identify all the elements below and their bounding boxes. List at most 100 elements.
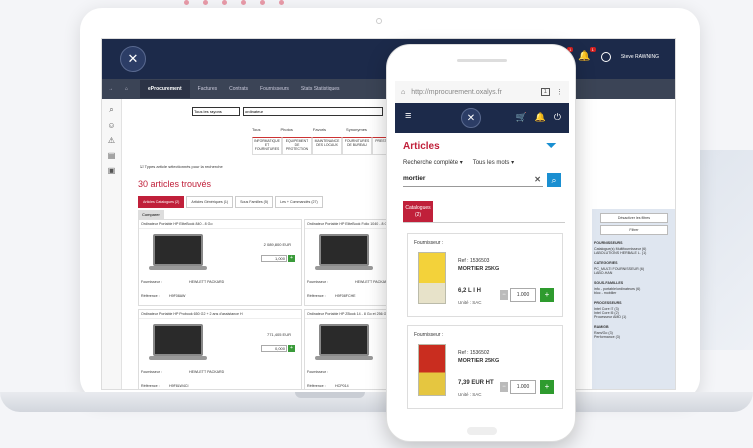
laptop-image [315, 324, 373, 360]
ref-label: Référence : [307, 384, 326, 388]
decrease-button[interactable]: − [500, 382, 508, 392]
nav-item[interactable]: Fournisseurs [260, 86, 289, 92]
filter-item[interactable]: LABOLUTIONS HERBALE L. (1) [594, 251, 674, 255]
expand-icon[interactable]: → [108, 86, 113, 92]
app-logo[interactable]: ✕ [461, 108, 481, 128]
product-name[interactable]: MORTIER 25KG [458, 358, 499, 364]
bell-icon[interactable]: 🔔 [535, 112, 546, 123]
decrease-button[interactable]: − [500, 290, 508, 300]
maker-value: HEWLETT PACKARD [189, 370, 225, 374]
apply-filters-button[interactable]: Filtrer [600, 225, 668, 235]
cart-side-icon[interactable]: ▣ [102, 166, 121, 175]
scope-select[interactable]: Tous les rayons [192, 107, 240, 116]
product-ref: Ref : 1536502 [458, 350, 490, 356]
phone-screen: ⌂ http://mprocurement.oxalys.fr 1 ⋮ ≡ ✕ … [395, 81, 569, 419]
tab-generic-articles[interactable]: Articles Génériques (1) [186, 196, 234, 208]
category-item[interactable]: FOURNITURES DE BUREAU [342, 137, 372, 155]
filter-item[interactable]: Performance (3) [594, 335, 674, 339]
product-list: Fournisseur : Ref : 1536503 MORTIER 25KG… [403, 222, 565, 419]
add-to-cart-button[interactable]: + [288, 345, 295, 352]
app-logo[interactable]: ✕ [120, 46, 146, 72]
filter-funnel-icon[interactable]: ⏷ [546, 137, 557, 154]
home-indicator[interactable] [467, 427, 497, 435]
user-name[interactable]: Steve RAWNING [621, 54, 659, 60]
quantity-field[interactable]: 1,000 [261, 255, 287, 262]
result-tabs: Articles Catalogues (2) Articles Génériq… [138, 196, 325, 208]
maker-label: Fournisseur : [141, 370, 162, 374]
cart-icon[interactable]: 🛒 [515, 112, 526, 123]
phone-speaker [457, 59, 507, 62]
quantity-field[interactable]: 1.000 [510, 380, 536, 394]
words-select[interactable]: Tous les mots ▾ [473, 159, 514, 166]
page-title: Articles [403, 141, 440, 152]
maker-value: HEWLETT PACKARD [355, 280, 391, 284]
search-icon[interactable]: ⌕ [102, 105, 121, 115]
alert-icon[interactable]: ⚠ [102, 136, 121, 145]
filter-item[interactable]: Processeur AMD (1) [594, 315, 674, 319]
filter-group-title: CATEGORIES [594, 261, 618, 265]
laptop-image [149, 324, 207, 360]
product-name[interactable]: MORTIER 25KG [458, 266, 499, 272]
ref-value: H9F08AW [169, 294, 186, 298]
home-icon[interactable]: ⌂ [401, 89, 405, 96]
product-card: Ordinateur Portable HP Probook 650 G2 + … [138, 309, 302, 389]
clear-icon[interactable]: ✕ [534, 175, 541, 184]
tab-tous[interactable]: Tous [252, 127, 260, 132]
compare-button[interactable]: Comparer [138, 210, 164, 219]
tab-photos[interactable]: Photos [280, 127, 292, 132]
laptop-base [0, 392, 753, 412]
filter-group-title: FOURNISSEURS [594, 241, 623, 245]
camera-icon [376, 18, 382, 24]
tab-subfamilies[interactable]: Sous Familles (5) [235, 196, 274, 208]
nav-item[interactable]: Contrats [229, 86, 248, 92]
product-card: Ordinateur Portable HP EliteBook 840 - 8… [138, 219, 302, 306]
type-checkbox[interactable]: ☑ Types article sélectionnés pour la rec… [140, 164, 223, 169]
category-item[interactable]: EQUIPEMENT DE PROTECTION [282, 137, 312, 155]
browser-url-bar: ⌂ http://mprocurement.oxalys.fr 1 ⋮ [395, 81, 569, 103]
mode-select[interactable]: Recherche complète ▾ [403, 159, 463, 166]
ref-label: Référence : [307, 294, 326, 298]
maker-label: Fournisseur : [141, 280, 162, 284]
category-item[interactable]: MAINTENANCE DES LOCAUX [312, 137, 342, 155]
search-input[interactable]: mortier ✕ [403, 175, 543, 187]
tab-count[interactable]: 1 [540, 88, 550, 96]
more-icon[interactable]: ⋮ [556, 88, 563, 96]
filter-item[interactable]: bloc - mobilier [594, 291, 674, 295]
quantity-field[interactable]: 1.000 [510, 288, 536, 302]
tab-catalogues[interactable]: Catalogues (2) [403, 201, 433, 223]
url-field[interactable]: http://mprocurement.oxalys.fr [411, 89, 534, 96]
user-avatar[interactable] [600, 51, 611, 62]
nav-eprocurement[interactable]: eProcurement [140, 80, 190, 98]
power-icon[interactable]: ⏻ [554, 112, 561, 123]
left-sidebar: ⌕ ☺ ⚠ ▤ ▣ [102, 99, 122, 389]
product-title[interactable]: Ordinateur Portable HP EliteBook 840 - 8… [139, 220, 301, 229]
bell-icon[interactable]: 🔔 1 [578, 47, 596, 62]
menu-icon[interactable]: ≡ [405, 110, 411, 122]
product-title[interactable]: Ordinateur Portable HP Probook 650 G2 + … [139, 310, 301, 319]
tab-most-ordered[interactable]: Les + Commandés (27) [275, 196, 323, 208]
filter-item[interactable]: LABO-HAN [594, 271, 674, 275]
tab-synonymes[interactable]: Synonymes [346, 127, 367, 132]
maker-label: Fournisseur : [307, 370, 328, 374]
reset-filters-button[interactable]: Désactiver les filtres [600, 213, 668, 223]
laptop-image [315, 234, 373, 270]
quantity-field[interactable]: 0,000 [261, 345, 287, 352]
product-unit: Unité : SAC [458, 300, 482, 305]
ref-value: H9F8LW4CI [169, 384, 189, 388]
document-icon[interactable]: ▤ [102, 151, 121, 160]
tab-catalog-articles[interactable]: Articles Catalogues (2) [138, 196, 185, 208]
users-icon[interactable]: ☺ [102, 121, 121, 130]
search-input[interactable]: ordinateur [243, 107, 383, 116]
home-icon[interactable]: ⌂ [125, 86, 128, 92]
nav-item[interactable]: Factures [198, 86, 217, 92]
add-to-cart-button[interactable]: + [288, 255, 295, 262]
filter-group-title: RAM/GB [594, 325, 609, 329]
nav-item[interactable]: Stats Statistiques [301, 86, 340, 92]
tab-favoris[interactable]: Favoris [313, 127, 326, 132]
result-count: 30 articles trouvés [138, 179, 212, 189]
add-to-cart-button[interactable]: + [540, 380, 554, 394]
supplier-label: Fournisseur : [414, 332, 444, 338]
search-button[interactable]: ⌕ [547, 173, 561, 187]
category-item[interactable]: INFORMATIQUE ET FOURNITURES [252, 137, 282, 155]
add-to-cart-button[interactable]: + [540, 288, 554, 302]
